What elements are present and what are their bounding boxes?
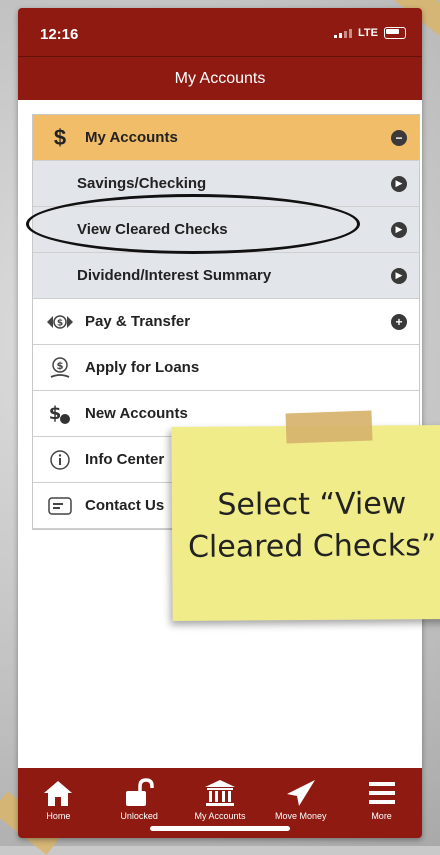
- hamburger-menu-icon: [368, 782, 395, 804]
- minus-circle-icon[interactable]: −: [391, 129, 407, 146]
- plus-circle-icon[interactable]: +: [391, 313, 407, 330]
- submenu-item-label: View Cleared Checks: [77, 221, 228, 238]
- tab-move-money[interactable]: Move Money: [266, 778, 336, 821]
- money-transfer-icon: $: [45, 312, 75, 332]
- home-icon: [44, 781, 73, 806]
- network-label: LTE: [358, 27, 378, 39]
- tab-more[interactable]: More: [347, 778, 417, 821]
- tab-my-accounts[interactable]: My Accounts: [185, 778, 255, 821]
- new-account-icon: $: [45, 402, 75, 426]
- menu-item-label: Pay & Transfer: [85, 313, 191, 330]
- home-indicator: [150, 826, 290, 831]
- sticky-note-callout: Select “View Cleared Checks”: [171, 425, 440, 621]
- submenu-item-savings-checking[interactable]: Savings/Checking ▶: [33, 161, 419, 207]
- sticky-note-tape: [285, 410, 373, 444]
- chevron-right-icon: ▶: [391, 175, 407, 192]
- svg-text:$: $: [57, 361, 64, 372]
- status-bar: 12:16 LTE: [18, 8, 422, 56]
- callout-text: Select “View Cleared Checks”: [187, 486, 437, 565]
- tab-label: Unlocked: [120, 811, 158, 821]
- bank-icon: [204, 780, 235, 806]
- menu-item-label: Info Center: [85, 451, 165, 468]
- status-time: 12:16: [40, 26, 79, 43]
- svg-text:$: $: [49, 403, 62, 424]
- status-indicators: LTE: [334, 27, 406, 39]
- svg-text:$: $: [57, 318, 63, 328]
- menu-item-label: Apply for Loans: [85, 359, 200, 376]
- chevron-right-icon: ▶: [391, 267, 407, 284]
- unlock-icon: [126, 778, 154, 806]
- menu-item-label: New Accounts: [85, 405, 188, 422]
- loan-hand-icon: $: [45, 356, 75, 380]
- submenu-item-view-cleared-checks[interactable]: View Cleared Checks ▶: [33, 207, 419, 253]
- tab-label: Move Money: [275, 811, 327, 821]
- menu-item-label: Contact Us: [85, 497, 165, 514]
- signal-icon: [334, 28, 353, 38]
- submenu-item-label: Dividend/Interest Summary: [77, 267, 272, 284]
- menu-item-pay-transfer[interactable]: $ Pay & Transfer +: [33, 299, 419, 345]
- tab-label: Home: [46, 811, 71, 821]
- paper-plane-icon: [286, 780, 315, 806]
- tab-label: My Accounts: [194, 811, 246, 821]
- menu-header-my-accounts[interactable]: $ My Accounts −: [33, 115, 419, 161]
- contact-card-icon: [45, 496, 75, 515]
- menu-header-label: My Accounts: [85, 129, 178, 146]
- info-icon: [45, 449, 75, 471]
- tab-home[interactable]: Home: [23, 778, 93, 821]
- tab-unlocked[interactable]: Unlocked: [104, 778, 174, 821]
- submenu-item-dividend-interest[interactable]: Dividend/Interest Summary ▶: [33, 253, 419, 299]
- page-title: My Accounts: [18, 56, 422, 101]
- tab-label: More: [371, 811, 392, 821]
- battery-icon: [384, 27, 406, 39]
- chevron-right-icon: ▶: [391, 221, 407, 238]
- dollar-icon: $: [53, 124, 67, 150]
- submenu-item-label: Savings/Checking: [77, 175, 207, 192]
- menu-item-apply-loans[interactable]: $ Apply for Loans: [33, 345, 419, 391]
